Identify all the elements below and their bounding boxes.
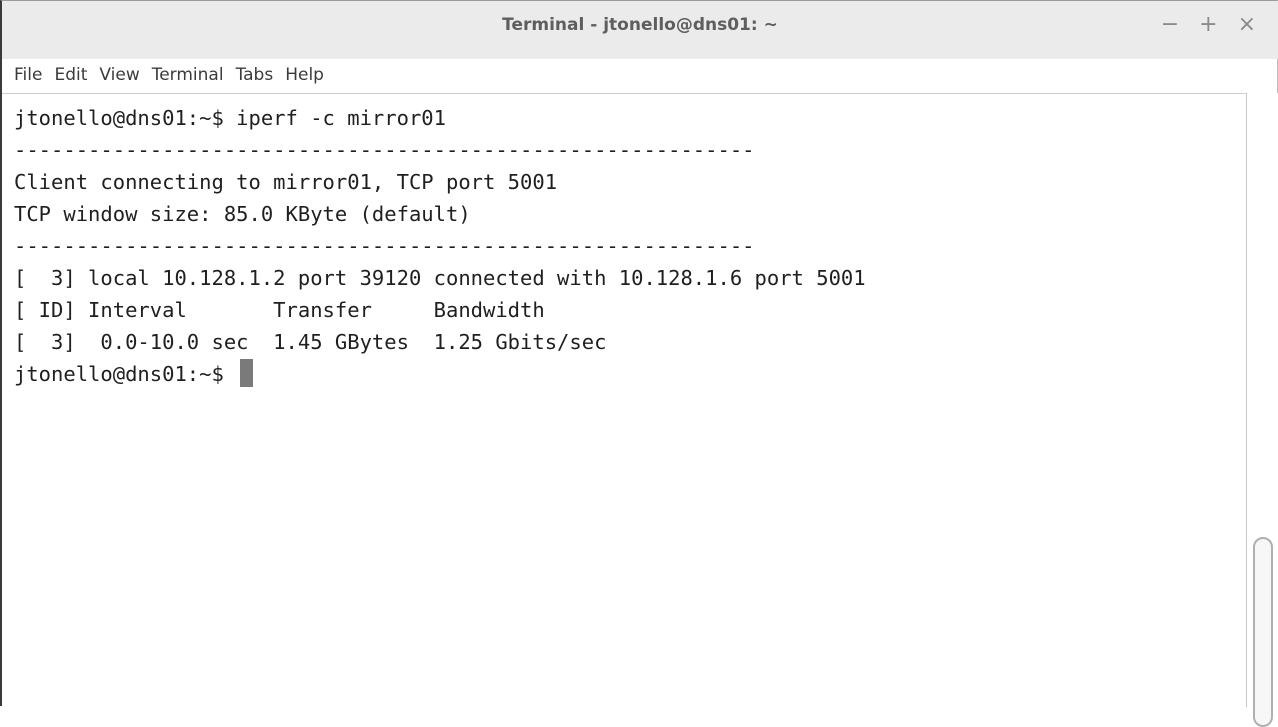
minimize-button[interactable]: − (1161, 11, 1179, 39)
prompt-line[interactable]: jtonello@dns01:~$ (14, 358, 1246, 390)
window-controls: − + × (1161, 11, 1256, 39)
terminal-line: [ ID] Interval Transfer Bandwidth (14, 298, 545, 322)
menu-help[interactable]: Help (285, 61, 324, 91)
terminal-line: TCP window size: 85.0 KByte (default) (14, 202, 471, 226)
terminal-line: ----------------------------------------… (14, 234, 755, 258)
terminal-line: [ 3] 0.0-10.0 sec 1.45 GBytes 1.25 Gbits… (14, 330, 607, 354)
prompt-text: jtonello@dns01:~$ (14, 362, 237, 386)
maximize-button[interactable]: + (1199, 11, 1217, 39)
menu-file[interactable]: File (14, 61, 42, 91)
terminal-line: Client connecting to mirror01, TCP port … (14, 170, 558, 194)
window-title: Terminal - jtonello@dns01: ~ (502, 15, 778, 35)
terminal-line: ----------------------------------------… (14, 138, 755, 162)
menu-terminal[interactable]: Terminal (152, 61, 224, 91)
terminal-window: Terminal - jtonello@dns01: ~ − + × File … (0, 0, 1278, 727)
menu-edit[interactable]: Edit (54, 61, 87, 91)
text-cursor (240, 359, 254, 387)
terminal-output[interactable]: jtonello@dns01:~$ iperf -c mirror01 ----… (2, 93, 1246, 707)
scrollbar-thumb[interactable] (1253, 537, 1273, 727)
terminal-line: jtonello@dns01:~$ iperf -c mirror01 (14, 106, 446, 130)
menu-view[interactable]: View (99, 61, 139, 91)
terminal-line: [ 3] local 10.128.1.2 port 39120 connect… (14, 266, 866, 290)
close-button[interactable]: × (1238, 11, 1256, 39)
vertical-scrollbar[interactable] (1246, 93, 1278, 727)
menu-bar: File Edit View Terminal Tabs Help (2, 61, 336, 91)
menu-tabs[interactable]: Tabs (236, 61, 274, 91)
title-bar[interactable]: Terminal - jtonello@dns01: ~ − + × (2, 1, 1278, 59)
